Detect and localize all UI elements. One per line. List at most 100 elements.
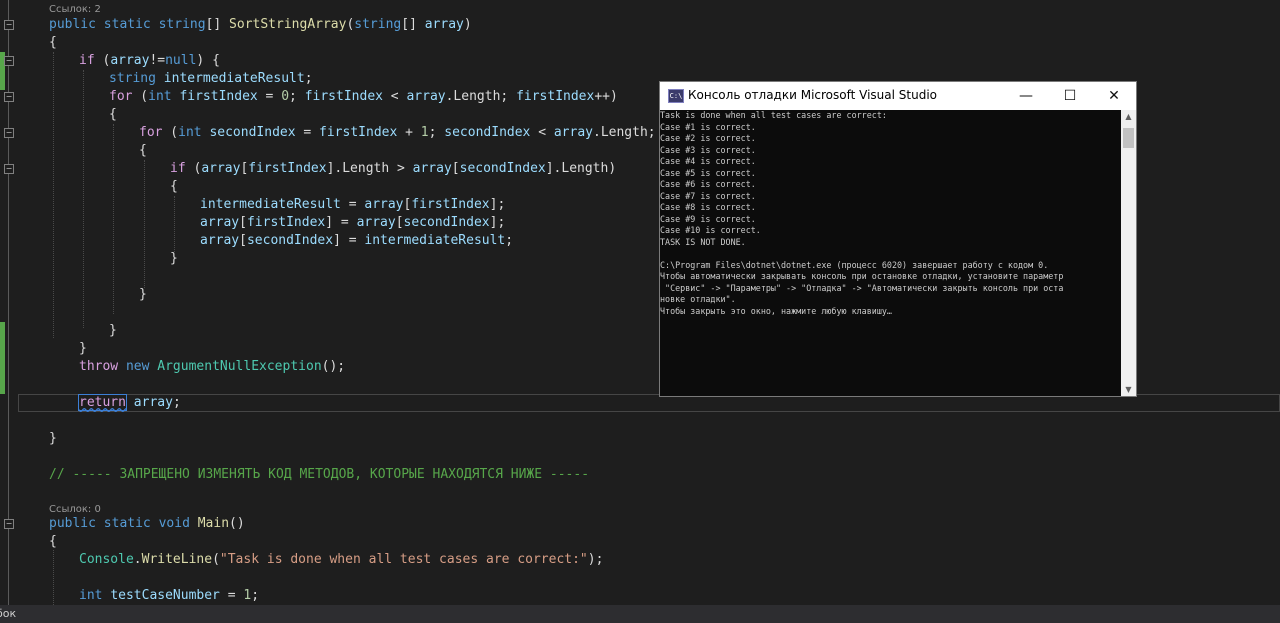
code-line-current[interactable]: return array; — [78, 394, 181, 412]
token: ; — [304, 71, 313, 86]
token: ( — [162, 125, 179, 140]
code-line[interactable]: { — [139, 142, 147, 160]
code-line[interactable]: Console.WriteLine("Task is done when all… — [79, 551, 603, 569]
token: [] — [205, 17, 230, 32]
code-comment[interactable]: // ----- ЗАПРЕЩЕНО ИЗМЕНЯТЬ КОД МЕТОДОВ,… — [49, 466, 589, 484]
debug-console-window[interactable]: C:\ Консоль отладки Microsoft Visual Stu… — [659, 81, 1137, 397]
code-line-main[interactable]: public static void Main() — [49, 515, 245, 533]
collapse-icon[interactable]: − — [4, 20, 14, 30]
token: if — [170, 161, 186, 176]
scroll-up-icon[interactable]: ▲ — [1121, 112, 1136, 121]
console-app-icon: C:\ — [668, 89, 684, 103]
token: public — [49, 516, 96, 531]
token: array — [200, 233, 240, 248]
token: != — [149, 53, 166, 68]
token: intermediateResult — [163, 71, 305, 86]
editor-margin — [0, 0, 20, 605]
token: ] = — [325, 215, 357, 230]
code-line[interactable]: if (array[firstIndex].Length > array[sec… — [170, 160, 616, 178]
code-line[interactable]: { — [49, 533, 57, 551]
maximize-button[interactable]: ☐ — [1048, 82, 1092, 110]
token: [ — [239, 215, 247, 230]
token: WriteLine — [141, 552, 213, 567]
token: = — [340, 197, 365, 212]
token: firstIndex — [179, 89, 258, 104]
token: ].Length) — [545, 161, 617, 176]
token: secondIndex — [403, 215, 490, 230]
code-line[interactable]: string intermediateResult; — [109, 70, 313, 88]
token: Main — [197, 516, 230, 531]
change-marker — [0, 322, 5, 394]
token: array — [553, 125, 593, 140]
code-line[interactable]: } — [170, 250, 178, 268]
code-line-signature[interactable]: public static string[] SortStringArray(s… — [49, 16, 472, 34]
indent-guide — [53, 52, 54, 338]
code-line[interactable]: { — [49, 34, 57, 52]
code-line[interactable]: for (int secondIndex = firstIndex + 1; s… — [139, 124, 679, 142]
codelens-references[interactable]: Ссылок: 0 — [49, 504, 101, 515]
code-line[interactable]: intermediateResult = array[firstIndex]; — [200, 196, 505, 214]
token: int — [79, 588, 103, 603]
token: if — [79, 53, 95, 68]
scroll-down-icon[interactable]: ▼ — [1121, 385, 1136, 394]
token: intermediateResult — [200, 197, 341, 212]
token: = — [257, 89, 282, 104]
token: array — [406, 89, 446, 104]
token: < — [530, 125, 554, 140]
code-line[interactable]: if (array!=null) { — [79, 52, 220, 70]
token: for — [139, 125, 163, 140]
code-line[interactable]: { — [109, 106, 117, 124]
token: ) { — [196, 53, 220, 68]
token-return-selected[interactable]: return — [78, 394, 127, 411]
token: [ — [395, 215, 404, 230]
token: new — [125, 359, 150, 374]
indent-guide — [113, 124, 114, 314]
console-output[interactable]: Task is done when all test cases are cor… — [660, 110, 1122, 396]
code-line[interactable]: } — [49, 430, 57, 448]
close-button[interactable]: ✕ — [1092, 82, 1136, 110]
token: ]; — [489, 215, 506, 230]
code-line[interactable]: } — [79, 340, 87, 358]
token: [ — [451, 161, 460, 176]
code-line[interactable]: throw new ArgumentNullException(); — [79, 358, 345, 376]
token: ; — [172, 395, 181, 410]
collapse-icon[interactable]: − — [4, 92, 14, 102]
token: ; — [428, 125, 445, 140]
indent-guide — [144, 160, 145, 288]
token: [ — [239, 233, 247, 248]
scrollbar-thumb[interactable] — [1123, 128, 1134, 148]
token: for — [109, 89, 133, 104]
code-line[interactable]: { — [170, 178, 178, 196]
fold-line — [8, 0, 9, 605]
token: throw — [79, 359, 119, 374]
code-line[interactable]: } — [139, 286, 147, 304]
token: array — [201, 161, 241, 176]
console-title-bar[interactable]: C:\ Консоль отладки Microsoft Visual Stu… — [660, 82, 1136, 110]
token: string — [354, 17, 402, 32]
token: ; — [505, 233, 514, 248]
code-line[interactable]: for (int firstIndex = 0; firstIndex < ar… — [109, 88, 618, 106]
token: static — [103, 516, 151, 531]
code-line[interactable]: int testCaseNumber = 1; — [79, 587, 259, 605]
collapse-icon[interactable]: − — [4, 164, 14, 174]
code-line[interactable]: array[firstIndex] = array[secondIndex]; — [200, 214, 505, 232]
code-line[interactable]: } — [109, 322, 117, 340]
token: secondIndex — [246, 233, 334, 248]
token: public — [49, 17, 96, 32]
collapse-icon[interactable]: − — [4, 56, 14, 66]
token: ); — [587, 552, 604, 567]
console-scrollbar[interactable]: ▲ ▼ — [1121, 110, 1136, 396]
token: ] = — [333, 233, 365, 248]
codelens-references[interactable]: Ссылок: 2 — [49, 4, 101, 15]
collapse-icon[interactable]: − — [4, 519, 14, 529]
token: 1 — [420, 125, 429, 140]
minimize-button[interactable]: — — [1004, 82, 1048, 110]
code-line[interactable]: array[secondIndex] = intermediateResult; — [200, 232, 513, 250]
token: array — [364, 197, 404, 212]
token: array — [133, 395, 173, 410]
token: Console — [79, 552, 134, 567]
token: ( — [132, 89, 149, 104]
token: null — [165, 53, 197, 68]
collapse-icon[interactable]: − — [4, 128, 14, 138]
token: < — [382, 89, 407, 104]
